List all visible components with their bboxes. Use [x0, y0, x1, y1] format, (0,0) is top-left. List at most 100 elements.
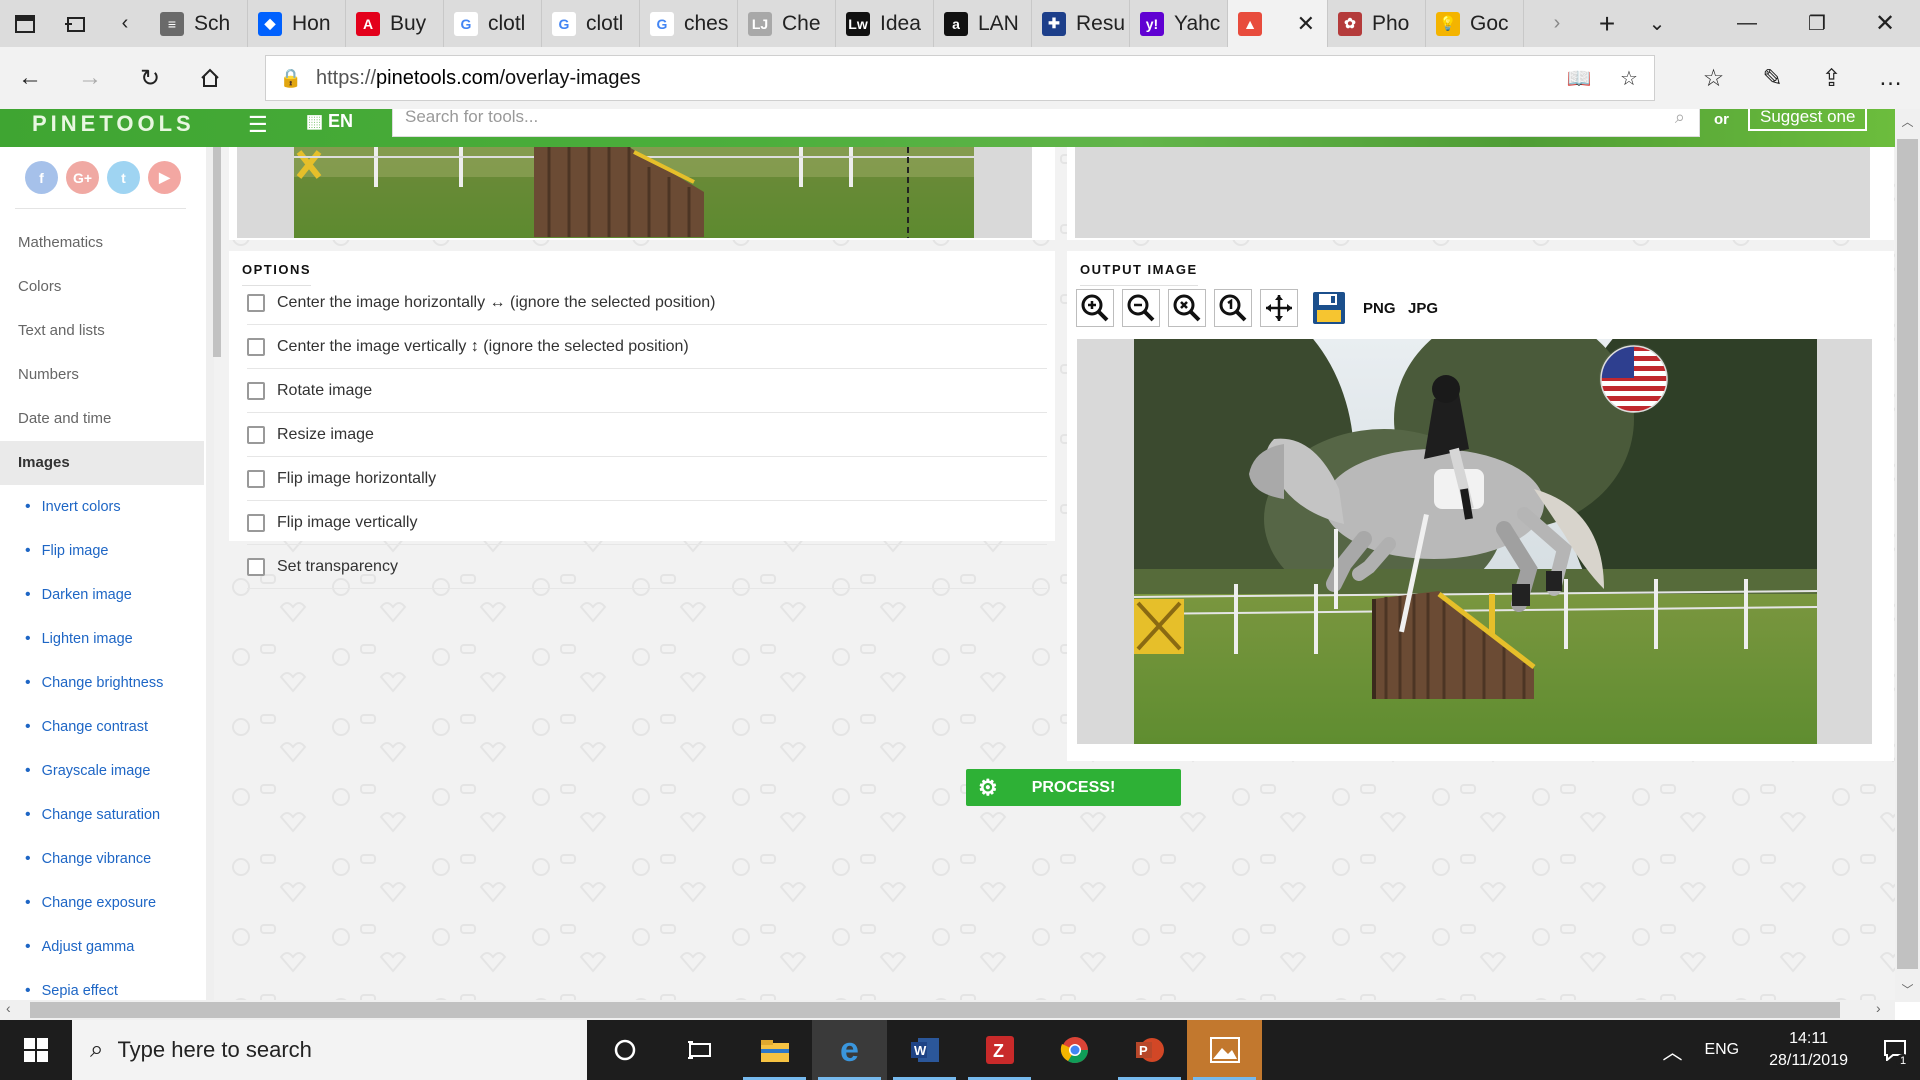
scroll-right-icon[interactable]: › — [1876, 1000, 1881, 1016]
back-icon[interactable]: ← — [0, 47, 60, 109]
task-view-icon[interactable] — [662, 1020, 737, 1080]
site-search-input[interactable]: Search for tools... ⌕ — [392, 109, 1700, 137]
option-row[interactable]: Rotate image — [247, 369, 1047, 413]
zoom-out-icon[interactable] — [1122, 289, 1160, 327]
option-checkbox[interactable] — [247, 293, 265, 312]
start-windows-icon[interactable] — [0, 1020, 72, 1080]
taskbar-clock[interactable]: 14:11 28/11/2019 — [1747, 1028, 1870, 1072]
page-horizontal-scrollbar[interactable]: ‹ › — [0, 1000, 1895, 1020]
zotero-icon[interactable]: Z — [962, 1020, 1037, 1080]
set-tabs-aside-icon[interactable] — [50, 0, 100, 47]
browser-tab[interactable]: 💡 Goc — [1426, 0, 1524, 47]
scroll-tabs-left-icon[interactable]: ‹ — [100, 0, 150, 47]
more-icon[interactable]: … — [1861, 47, 1920, 109]
sidebar-category[interactable]: Numbers — [0, 353, 206, 397]
sidebar-tool-link[interactable]: Sepia effect — [0, 969, 206, 1002]
sidebar-tool-link[interactable]: Grayscale image — [0, 749, 206, 793]
browser-tab[interactable]: a LAN — [934, 0, 1032, 47]
move-arrows-icon[interactable] — [1260, 289, 1298, 327]
edge-browser-icon[interactable]: e — [812, 1020, 887, 1080]
reading-view-icon[interactable]: 📖 — [1554, 66, 1604, 91]
sidebar-tool-link[interactable]: Adjust gamma — [0, 925, 206, 969]
youtube-icon[interactable]: ▶ — [148, 161, 181, 194]
browser-tab[interactable]: A Buy — [346, 0, 444, 47]
refresh-icon[interactable]: ↻ — [120, 47, 180, 109]
browser-tab[interactable]: LJ Che — [738, 0, 836, 47]
process-button[interactable]: ⚙ PROCESS! — [966, 769, 1181, 806]
option-row[interactable]: Center the image vertically ↕ (ignore th… — [247, 325, 1047, 369]
option-checkbox[interactable] — [247, 337, 265, 356]
action-center-icon[interactable]: 1 — [1870, 1020, 1920, 1080]
sidebar-tool-link[interactable]: Change saturation — [0, 793, 206, 837]
sidebar-category-images[interactable]: Images — [0, 441, 204, 485]
sidebar-category[interactable]: Date and time — [0, 397, 206, 441]
browser-tab[interactable]: Gches — [640, 0, 738, 47]
page-vertical-scrollbar[interactable]: ︿ ﹀ — [1895, 109, 1920, 1002]
zoom-in-icon[interactable] — [1076, 289, 1114, 327]
pen-icon[interactable]: ✎ — [1743, 47, 1802, 109]
chrome-icon[interactable] — [1037, 1020, 1112, 1080]
favorite-star-icon[interactable]: ☆ — [1604, 66, 1654, 91]
sidebar-category[interactable]: Colors — [0, 265, 206, 309]
address-bar[interactable]: 🔒 https://pinetools.com/overlay-images 📖… — [265, 55, 1655, 101]
address-url[interactable]: https://pinetools.com/overlay-images — [316, 67, 1554, 90]
photos-app-icon[interactable] — [1187, 1020, 1262, 1080]
jpg-download-button[interactable]: JPG — [1408, 300, 1438, 317]
option-row[interactable]: Center the image horizontally ↔ (ignore … — [247, 281, 1047, 325]
google-plus-icon[interactable]: G+ — [66, 161, 99, 194]
forward-icon[interactable]: → — [60, 47, 120, 109]
option-row[interactable]: Flip image horizontally — [247, 457, 1047, 501]
option-checkbox[interactable] — [247, 557, 265, 576]
powerpoint-icon[interactable]: P — [1112, 1020, 1187, 1080]
browser-tab[interactable]: Gclotl — [444, 0, 542, 47]
taskbar-search-box[interactable]: ⌕ Type here to search — [72, 1020, 587, 1080]
zoom-fit-icon[interactable] — [1168, 289, 1206, 327]
scroll-up-icon[interactable]: ︿ — [1895, 113, 1920, 130]
word-icon[interactable]: W — [887, 1020, 962, 1080]
vertical-scroll-thumb[interactable] — [1897, 139, 1918, 969]
browser-tab[interactable]: ▲ ✕ — [1228, 0, 1328, 47]
sidebar-tool-link[interactable]: Change contrast — [0, 705, 206, 749]
tab-actions-icon[interactable] — [0, 0, 50, 47]
sidebar-tool-link[interactable]: Lighten image — [0, 617, 206, 661]
menu-hamburger-icon[interactable]: ☰ — [248, 112, 268, 138]
sidebar-tool-link[interactable]: Flip image — [0, 529, 206, 573]
site-logo[interactable]: PINETOOLS — [32, 111, 195, 137]
option-row[interactable]: Resize image — [247, 413, 1047, 457]
option-row[interactable]: Flip image vertically — [247, 501, 1047, 545]
suggest-button[interactable]: Suggest one — [1748, 109, 1868, 131]
language-selector[interactable]: ▦ EN — [306, 111, 353, 132]
png-download-button[interactable]: PNG — [1363, 300, 1396, 317]
browser-tab[interactable]: y! Yahc — [1130, 0, 1228, 47]
share-icon[interactable]: ⇪ — [1802, 47, 1861, 109]
sidebar-scrollbar[interactable] — [213, 147, 221, 357]
option-checkbox[interactable] — [247, 513, 265, 532]
scroll-down-icon[interactable]: ﹀ — [1895, 981, 1920, 998]
save-floppy-icon[interactable] — [1312, 291, 1346, 330]
minimize-icon[interactable]: — — [1712, 0, 1782, 47]
home-icon[interactable] — [180, 47, 240, 109]
option-checkbox[interactable] — [247, 469, 265, 488]
sidebar-tool-link[interactable]: Invert colors — [0, 485, 206, 529]
scroll-tabs-right-icon[interactable]: › — [1532, 12, 1582, 35]
sidebar-tool-link[interactable]: Darken image — [0, 573, 206, 617]
sidebar-category[interactable]: Mathematics — [0, 221, 206, 265]
horizontal-scroll-thumb[interactable] — [30, 1002, 1840, 1018]
file-explorer-icon[interactable] — [737, 1020, 812, 1080]
search-icon[interactable]: ⌕ — [1675, 109, 1685, 128]
tab-close-icon[interactable]: ✕ — [1297, 11, 1315, 37]
browser-tab[interactable]: ✚ Resu — [1032, 0, 1130, 47]
browser-tab[interactable]: ◆ Hon — [248, 0, 346, 47]
zoom-actual-size-icon[interactable] — [1214, 289, 1252, 327]
browser-tab[interactable]: Gclotl — [542, 0, 640, 47]
restore-icon[interactable]: ❐ — [1782, 0, 1852, 47]
twitter-icon[interactable]: t — [107, 161, 140, 194]
browser-tab[interactable]: ≡ Sch — [150, 0, 248, 47]
sidebar-tool-link[interactable]: Change brightness — [0, 661, 206, 705]
sidebar-tool-link[interactable]: Change exposure — [0, 881, 206, 925]
option-checkbox[interactable] — [247, 381, 265, 400]
option-row[interactable]: Set transparency — [247, 545, 1047, 589]
input-language-indicator[interactable]: ENG — [1696, 1041, 1747, 1059]
show-hidden-icons-chevron-up-icon[interactable]: ︿ — [1648, 1036, 1696, 1065]
sidebar-tool-link[interactable]: Change vibrance — [0, 837, 206, 881]
